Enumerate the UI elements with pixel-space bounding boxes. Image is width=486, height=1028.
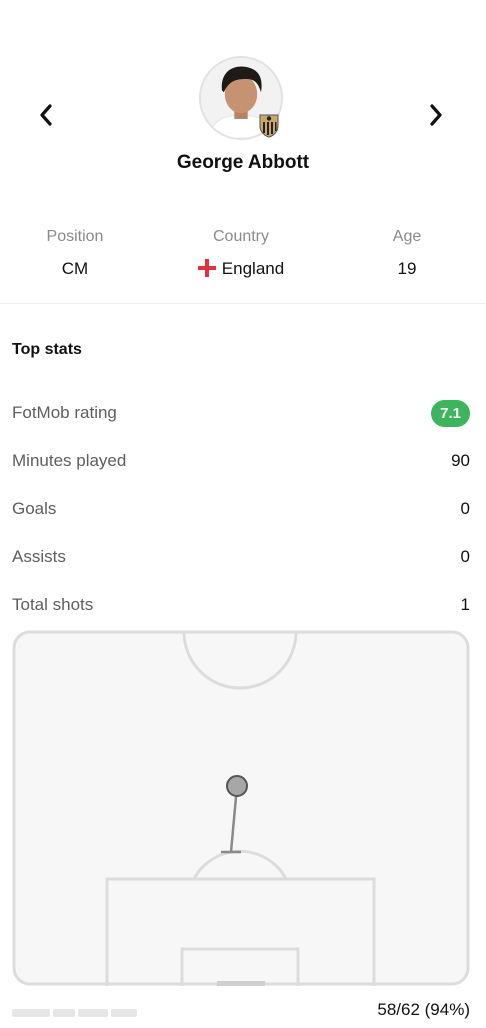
- stat-label: Total shots: [12, 595, 94, 614]
- stat-value: 90: [451, 451, 470, 470]
- stat-row-minutes-played: Minutes played 90: [12, 448, 470, 474]
- pitch-outline: [12, 630, 470, 986]
- country-info: Country England: [166, 228, 316, 279]
- age-value: 19: [397, 259, 417, 278]
- shot-marker[interactable]: [226, 775, 248, 797]
- age-info: Age 19: [332, 228, 482, 279]
- section-divider: [0, 303, 486, 304]
- stat-value: 0: [460, 547, 470, 566]
- stat-value: 0: [460, 499, 470, 518]
- country-value-wrap: England: [166, 259, 316, 279]
- faded-row-label: [12, 1004, 152, 1018]
- england-flag-icon: [197, 259, 216, 277]
- stat-label: FotMob rating: [12, 403, 117, 422]
- chevron-left-icon: [40, 104, 52, 126]
- top-stats-title: Top stats: [12, 341, 82, 358]
- country-label: Country: [212, 228, 270, 245]
- age-label: Age: [392, 228, 422, 245]
- position-info: Position CM: [0, 228, 150, 279]
- stat-row-goals: Goals 0: [12, 496, 470, 522]
- next-player-button[interactable]: [424, 100, 448, 130]
- goal-mouth: [217, 981, 265, 986]
- chevron-right-icon: [430, 104, 442, 126]
- notts-county-badge-icon: [258, 112, 280, 138]
- passes-value: 58/62 (94%): [377, 1000, 470, 1019]
- stat-label: Assists: [12, 547, 66, 566]
- stat-value: 1: [460, 595, 470, 614]
- stat-row-total-shots: Total shots 1: [12, 592, 470, 618]
- stat-label: Minutes played: [12, 451, 127, 470]
- shot-map-pitch: [12, 630, 470, 986]
- position-label: Position: [46, 228, 104, 245]
- rating-badge: 7.1: [431, 399, 470, 427]
- position-value: CM: [61, 259, 89, 278]
- stat-label: Goals: [12, 499, 57, 518]
- stat-row-assists: Assists 0: [12, 544, 470, 570]
- stat-row-fotmob-rating: FotMob rating 7.1: [12, 399, 470, 427]
- previous-player-button[interactable]: [34, 100, 58, 130]
- player-name: George Abbott: [176, 152, 310, 173]
- country-value: England: [221, 259, 285, 278]
